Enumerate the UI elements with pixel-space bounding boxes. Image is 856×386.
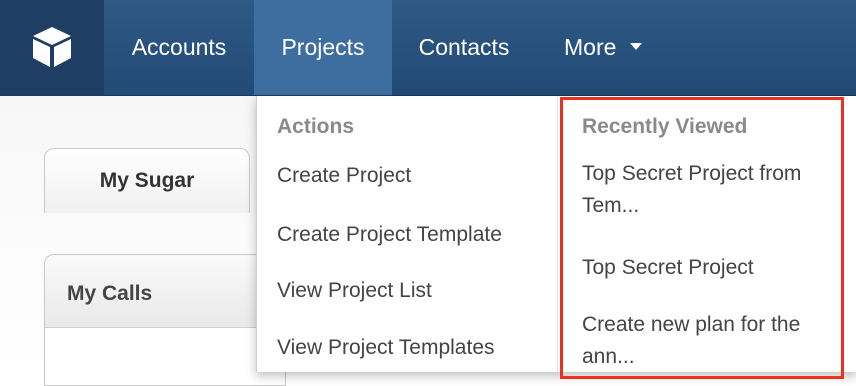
recently-viewed-highlight — [560, 97, 844, 379]
nav-tab-contacts-label: Contacts — [418, 34, 510, 60]
nav-tab-projects-label: Projects — [281, 34, 365, 60]
tab-my-sugar-label: My Sugar — [99, 169, 195, 192]
nav-tab-accounts[interactable]: Accounts — [104, 0, 254, 95]
menu-item-view-project-templates[interactable]: View Project Templates — [277, 332, 495, 364]
caret-down-icon — [630, 43, 643, 51]
nav-tab-accounts-label: Accounts — [131, 34, 227, 60]
home-logo-button[interactable] — [0, 0, 104, 95]
menu-item-create-project[interactable]: Create Project — [277, 160, 411, 192]
tab-my-sugar[interactable]: My Sugar — [44, 148, 250, 213]
sugar-cube-icon — [33, 27, 71, 67]
column-divider — [557, 96, 558, 372]
nav-tab-more[interactable]: More — [536, 0, 656, 95]
menu-item-view-project-list[interactable]: View Project List — [277, 275, 432, 307]
nav-tab-more-label: More — [564, 34, 617, 60]
nav-tab-projects[interactable]: Projects — [254, 0, 392, 95]
top-navbar: Accounts Projects Contacts More — [0, 0, 856, 96]
nav-tab-contacts[interactable]: Contacts — [392, 0, 536, 95]
dashlet-header: My Calls — [45, 255, 285, 328]
dashlet-my-calls: My Calls — [44, 254, 286, 386]
dashlet-title: My Calls — [67, 282, 153, 305]
menu-item-create-project-template[interactable]: Create Project Template — [277, 219, 502, 251]
actions-header: Actions — [277, 115, 355, 138]
